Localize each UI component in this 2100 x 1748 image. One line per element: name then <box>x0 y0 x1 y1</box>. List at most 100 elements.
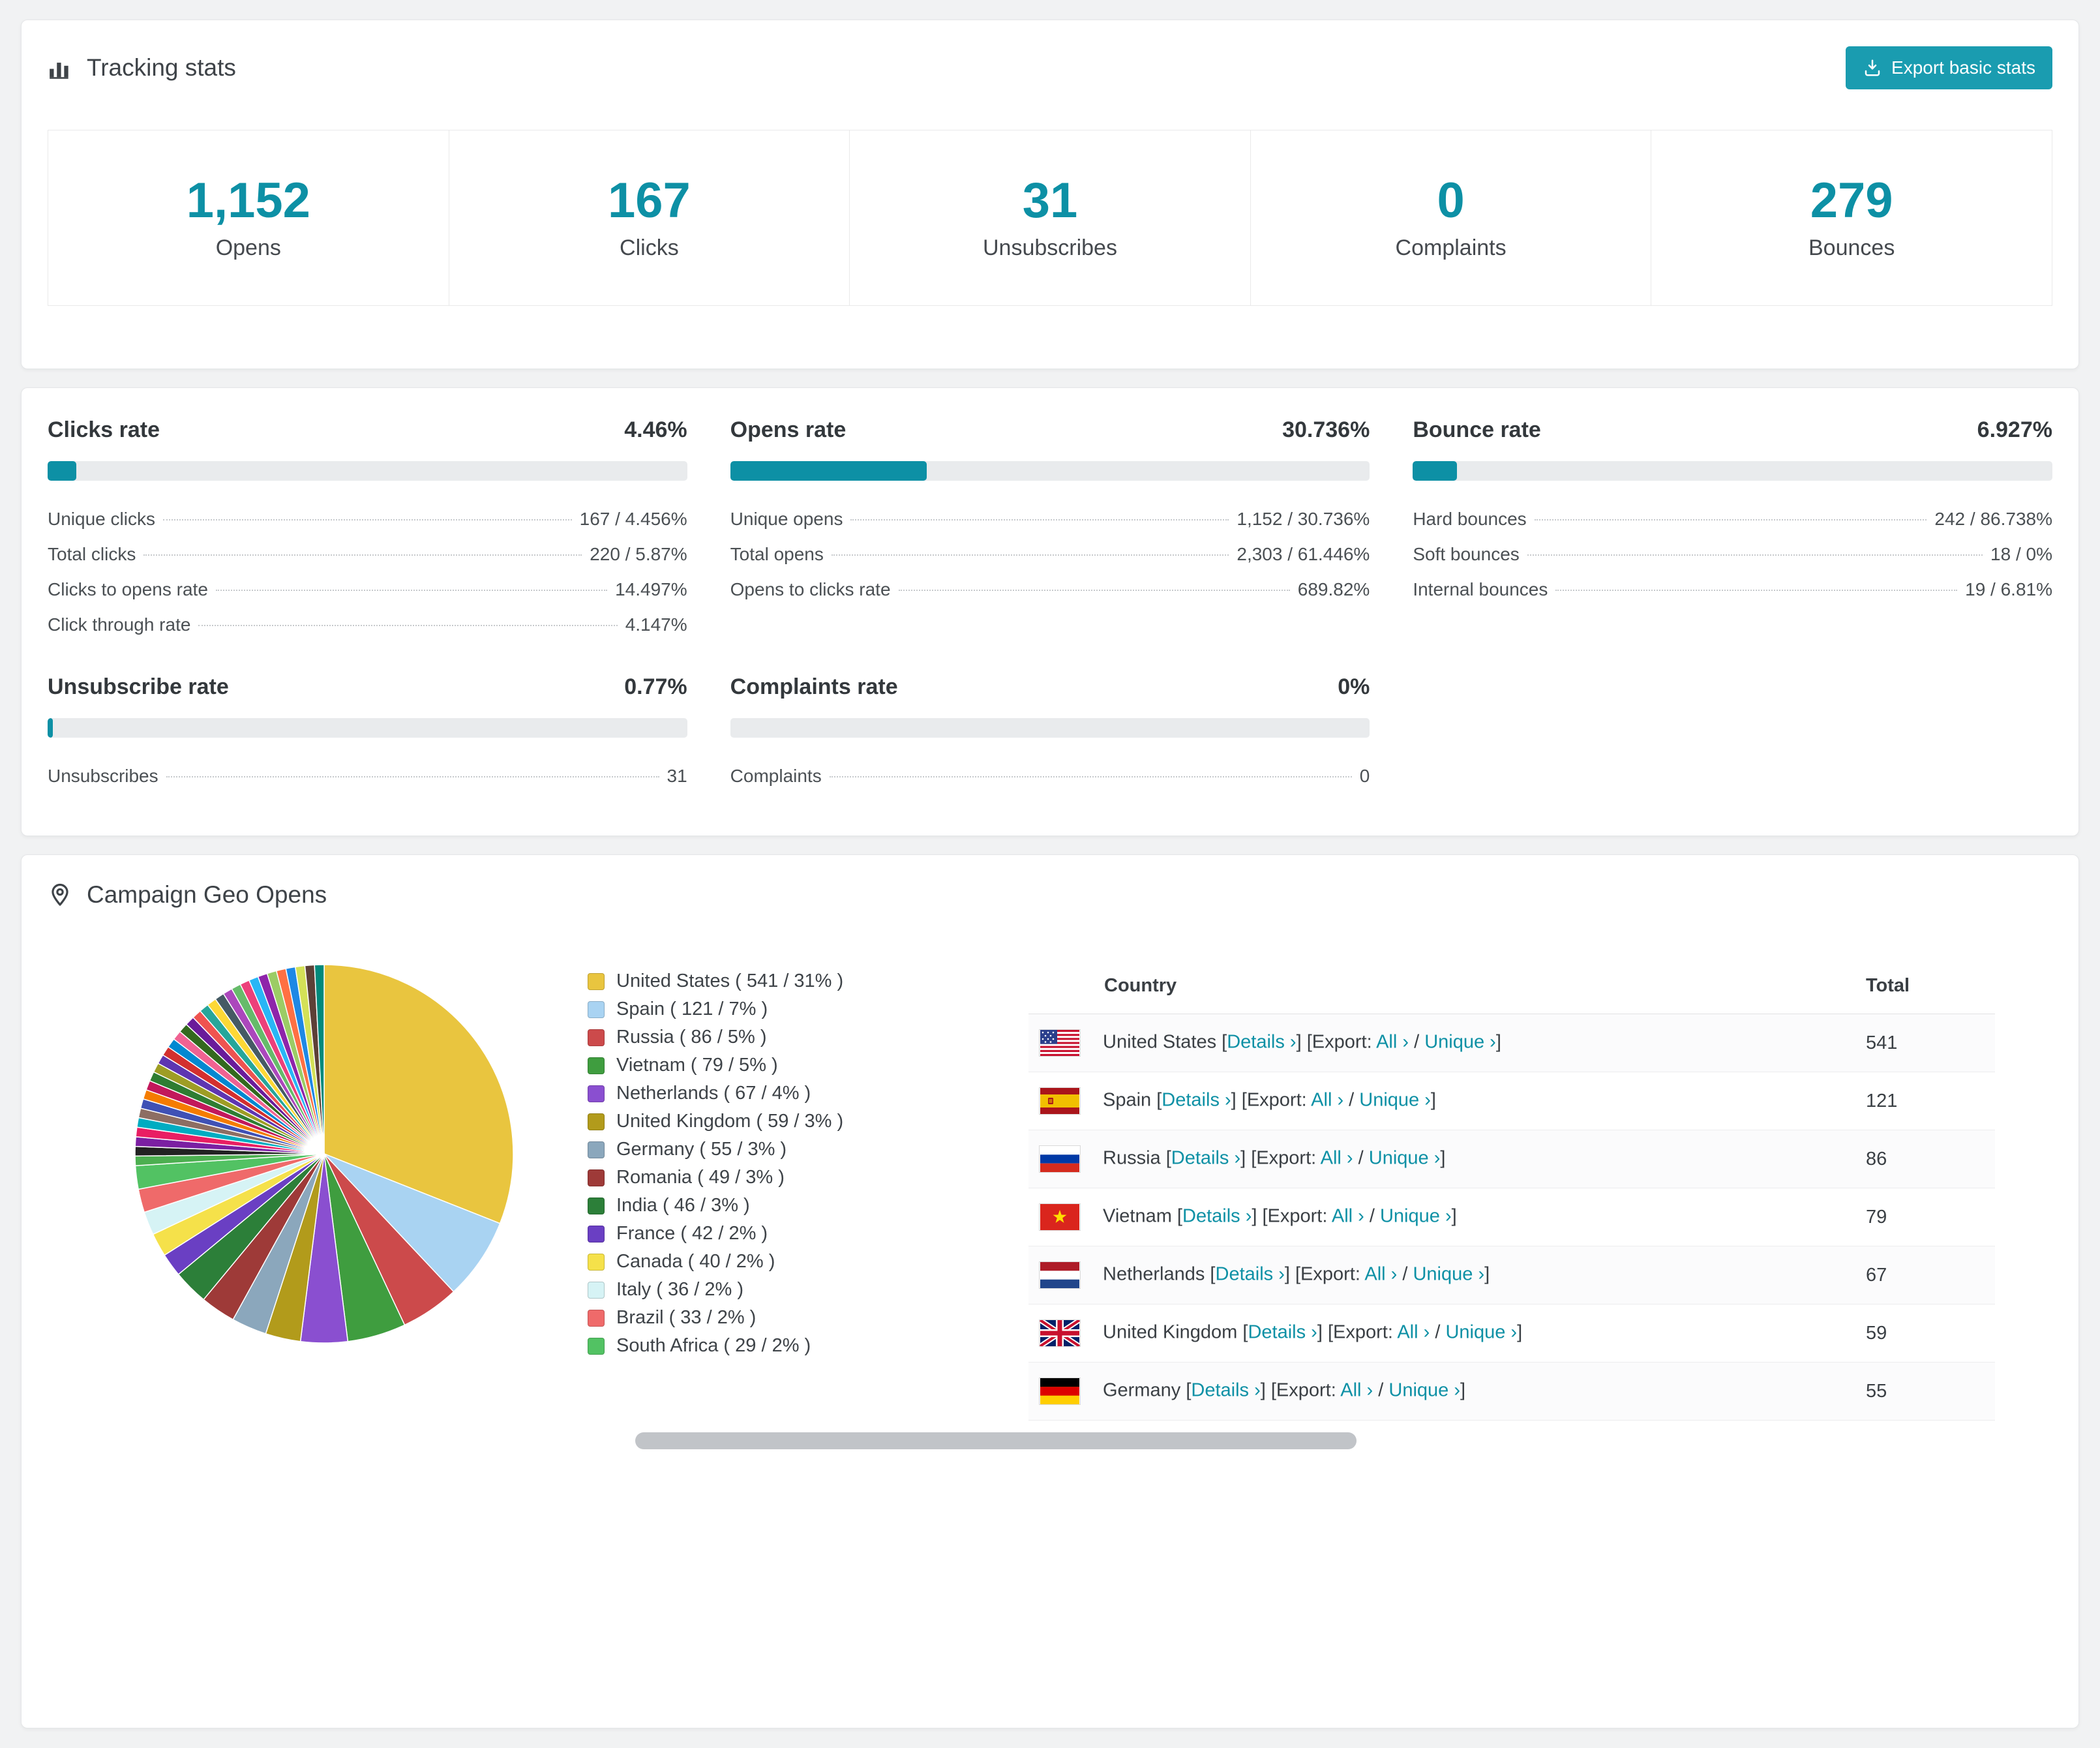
export-basic-stats-button[interactable]: Export basic stats <box>1846 46 2052 89</box>
details-link-united-kingdom[interactable]: Details › <box>1248 1322 1317 1343</box>
rate-block-bounce-rate: Bounce rate 6.927% Hard bounces 242 / 86.73… <box>1413 414 2052 642</box>
export-unique-link-united-kingdom[interactable]: Unique › <box>1445 1322 1517 1343</box>
rate-stat-row: Unique opens 1,152 / 30.736% <box>730 502 1370 537</box>
geo-table-row-germany: Germany [Details ›] [Export: All › / Uni… <box>1028 1362 1995 1421</box>
export-all-link-spain[interactable]: All › <box>1311 1090 1343 1111</box>
legend-label: Russia ( 86 / 5% ) <box>616 1027 767 1047</box>
legend-label: Canada ( 40 / 2% ) <box>616 1251 775 1272</box>
country-name: Russia <box>1103 1147 1161 1169</box>
progress-fill <box>730 461 927 481</box>
rate-stat-label: Total clicks <box>48 544 136 564</box>
flag-icon-ru <box>1039 1145 1081 1173</box>
rate-stat-label: Unique opens <box>730 509 843 529</box>
export-button-label: Export basic stats <box>1891 57 2035 78</box>
legend-label: South Africa ( 29 / 2% ) <box>616 1335 811 1356</box>
legend-swatch <box>588 1281 605 1299</box>
legend-item-india[interactable]: India ( 46 / 3% ) <box>588 1192 1009 1220</box>
export-all-link-united-states[interactable]: All › <box>1376 1032 1409 1053</box>
geo-total-cell: 121 <box>1855 1072 1995 1130</box>
geo-table-row-united-kingdom: United Kingdom [Details ›] [Export: All … <box>1028 1304 1995 1363</box>
progress-track <box>1413 461 2052 481</box>
legend-item-south-africa[interactable]: South Africa ( 29 / 2% ) <box>588 1332 1009 1360</box>
details-link-russia[interactable]: Details › <box>1171 1148 1240 1169</box>
stat-box-opens: 1,152 Opens <box>48 130 449 305</box>
legend-item-united-states[interactable]: United States ( 541 / 31% ) <box>588 967 1009 995</box>
legend-item-romania[interactable]: Romania ( 49 / 3% ) <box>588 1164 1009 1192</box>
geo-country-cell: United Kingdom [Details ›] [Export: All … <box>1028 1304 1855 1363</box>
export-all-link-vietnam[interactable]: All › <box>1332 1206 1364 1227</box>
stat-box-clicks: 167 Clicks <box>448 130 850 305</box>
country-name: Spain <box>1103 1089 1152 1111</box>
rate-block-unsubscribe-rate: Unsubscribe rate 0.77% Unsubscribes 31 <box>48 671 687 794</box>
rate-stat-row: Hard bounces 242 / 86.738% <box>1413 502 2052 537</box>
progress-track <box>48 718 687 738</box>
rate-stat-label: Hard bounces <box>1413 509 1527 529</box>
stat-box-unsubscribes: 31 Unsubscribes <box>849 130 1250 305</box>
rate-stat-row: Total opens 2,303 / 61.446% <box>730 537 1370 572</box>
details-link-germany[interactable]: Details › <box>1191 1380 1260 1401</box>
rate-stat-row: Unique clicks 167 / 4.456% <box>48 502 687 537</box>
legend-item-spain[interactable]: Spain ( 121 / 7% ) <box>588 995 1009 1023</box>
legend-swatch <box>588 1001 605 1018</box>
geo-total-cell: 55 <box>1855 1362 1995 1421</box>
campaign-geo-opens-card: Campaign Geo Opens United States ( 541 /… <box>21 854 2079 1728</box>
legend-item-germany[interactable]: Germany ( 55 / 3% ) <box>588 1136 1009 1164</box>
rate-title: Unsubscribe rate <box>48 674 229 699</box>
country-name: United States <box>1103 1031 1217 1053</box>
geo-country-cell: Spain [Details ›] [Export: All › / Uniqu… <box>1028 1072 1855 1130</box>
details-link-united-states[interactable]: Details › <box>1227 1032 1296 1053</box>
export-unique-link-russia[interactable]: Unique › <box>1369 1148 1441 1169</box>
horizontal-scrollbar-thumb[interactable] <box>635 1432 1357 1449</box>
details-link-vietnam[interactable]: Details › <box>1182 1206 1252 1227</box>
export-all-link-united-kingdom[interactable]: All › <box>1397 1322 1430 1343</box>
legend-item-italy[interactable]: Italy ( 36 / 2% ) <box>588 1276 1009 1304</box>
legend-label: Spain ( 121 / 7% ) <box>616 999 768 1019</box>
export-all-link-netherlands[interactable]: All › <box>1364 1264 1397 1285</box>
rate-value: 6.927% <box>1977 417 2052 442</box>
geo-table-row-spain: Spain [Details ›] [Export: All › / Uniqu… <box>1028 1072 1995 1130</box>
flag-icon-nl <box>1039 1261 1081 1289</box>
rate-stat-value: 31 <box>667 766 687 786</box>
legend-label: Brazil ( 33 / 2% ) <box>616 1307 757 1328</box>
export-unique-link-netherlands[interactable]: Unique › <box>1413 1264 1484 1285</box>
country-name: Netherlands <box>1103 1263 1205 1285</box>
legend-label: Netherlands ( 67 / 4% ) <box>616 1083 811 1104</box>
rate-stat-label: Total opens <box>730 544 824 564</box>
details-link-netherlands[interactable]: Details › <box>1216 1264 1285 1285</box>
geo-country-cell: United States [Details ›] [Export: All ›… <box>1028 1014 1855 1072</box>
rate-stat-value: 167 / 4.456% <box>579 509 687 529</box>
export-all-link-germany[interactable]: All › <box>1340 1380 1373 1401</box>
details-link-spain[interactable]: Details › <box>1162 1090 1231 1111</box>
rate-stat-row: Click through rate 4.147% <box>48 607 687 642</box>
legend-item-brazil[interactable]: Brazil ( 33 / 2% ) <box>588 1304 1009 1332</box>
dotted-leader <box>1527 554 1983 556</box>
rate-value: 30.736% <box>1282 417 1370 442</box>
rate-stat-value: 4.147% <box>625 614 687 635</box>
export-unique-link-vietnam[interactable]: Unique › <box>1380 1206 1452 1227</box>
dotted-leader <box>1534 519 1927 520</box>
bar-chart-icon <box>48 55 72 80</box>
rate-stat-label: Unique clicks <box>48 509 155 529</box>
geo-table-row-netherlands: Netherlands [Details ›] [Export: All › /… <box>1028 1246 1995 1304</box>
legend-swatch <box>588 1225 605 1243</box>
legend-item-france[interactable]: France ( 42 / 2% ) <box>588 1220 1009 1248</box>
legend-item-vietnam[interactable]: Vietnam ( 79 / 5% ) <box>588 1051 1009 1079</box>
rate-stat-label: Opens to clicks rate <box>730 579 891 599</box>
dotted-leader <box>850 519 1229 520</box>
legend-item-netherlands[interactable]: Netherlands ( 67 / 4% ) <box>588 1079 1009 1108</box>
stats-summary-row: 1,152 Opens 167 Clicks 31 Unsubscribes 0 Compla… <box>48 130 2052 306</box>
legend-item-russia[interactable]: Russia ( 86 / 5% ) <box>588 1023 1009 1051</box>
legend-label: United States ( 541 / 31% ) <box>616 971 844 991</box>
geo-table-wrap: Country Total United States [Details ›] … <box>1028 958 1995 1421</box>
legend-item-united-kingdom[interactable]: United Kingdom ( 59 / 3% ) <box>588 1108 1009 1136</box>
geo-total-cell: 86 <box>1855 1130 1995 1188</box>
dotted-leader <box>198 625 618 626</box>
rate-block-complaints-rate: Complaints rate 0% Complaints 0 <box>730 671 1370 794</box>
export-all-link-russia[interactable]: All › <box>1321 1148 1353 1169</box>
legend-item-canada[interactable]: Canada ( 40 / 2% ) <box>588 1248 1009 1276</box>
export-unique-link-spain[interactable]: Unique › <box>1359 1090 1431 1111</box>
rate-stat-value: 0 <box>1359 766 1370 786</box>
export-unique-link-germany[interactable]: Unique › <box>1388 1380 1460 1401</box>
geo-table-header-row: Country Total <box>1028 958 1995 1014</box>
export-unique-link-united-states[interactable]: Unique › <box>1424 1032 1496 1053</box>
